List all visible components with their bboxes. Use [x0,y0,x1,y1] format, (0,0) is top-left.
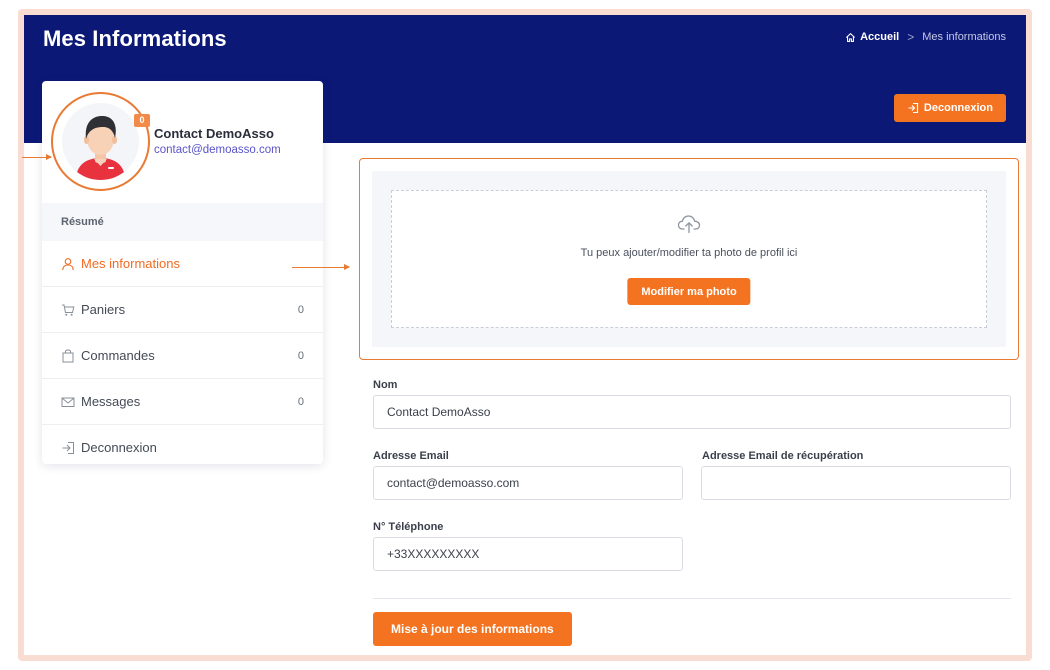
profile-card: 0 Contact DemoAsso contact@demoasso.com [42,81,323,203]
sidebar-item-label: Commandes [81,348,155,363]
sidebar-item-count: 0 [297,303,304,316]
cloud-upload-icon [677,215,701,234]
logout-button[interactable]: Deconnexion [893,94,1006,122]
form-divider [373,598,1011,599]
sidebar-item-paniers[interactable]: Paniers 0 [42,287,323,333]
avatar[interactable] [62,103,139,180]
recovery-email-field[interactable] [701,466,1011,500]
update-info-button[interactable]: Mise à jour des informations [373,612,572,646]
account-sidebar: 0 Contact DemoAsso contact@demoasso.com … [42,81,323,464]
sidebar-item-commandes[interactable]: Commandes 0 [42,333,323,379]
annotation-arrow-profile [22,154,52,160]
avatar-highlight: 0 [51,92,150,191]
phone-field[interactable] [373,537,683,571]
bag-icon [61,348,75,363]
email-label: Adresse Email [373,450,449,462]
page-title: Mes Informations [43,26,227,51]
modify-photo-button[interactable]: Modifier ma photo [627,278,751,305]
page: Mes Informations Accueil > Mes informati… [24,15,1026,655]
breadcrumb: Accueil > Mes informations [845,30,1006,44]
profile-name: Contact DemoAsso [154,126,274,141]
logout-button-label: Deconnexion [923,102,993,114]
sidebar-item-count: 0 [297,395,304,408]
sidebar-item-mes-informations[interactable]: Mes informations [42,241,323,287]
sidebar-item-label: Deconnexion [81,440,157,455]
avatar-illustration-icon [76,116,125,180]
phone-label: N° Téléphone [373,521,444,533]
notification-badge: 0 [134,114,150,127]
home-icon [846,32,856,42]
photo-upload-highlight: Tu peux ajouter/modifier ta photo de pro… [359,158,1019,360]
photo-upload-panel: Tu peux ajouter/modifier ta photo de pro… [372,171,1006,347]
sidebar-item-deconnexion[interactable]: Deconnexion [42,425,323,464]
breadcrumb-home-link[interactable]: Accueil [845,31,899,43]
email-field[interactable] [373,466,683,500]
sidebar-item-messages[interactable]: Messages 0 [42,379,323,425]
sidebar-item-count: 0 [297,349,304,362]
nom-label: Nom [373,379,398,391]
user-icon [61,257,75,271]
logout-icon [908,102,918,114]
sidebar-item-label: Paniers [81,302,126,317]
cart-icon [61,303,75,317]
breadcrumb-separator: > [907,30,915,44]
screenshot-frame: Mes Informations Accueil > Mes informati… [18,9,1032,661]
sidebar-item-label: Mes informations [81,256,180,271]
breadcrumb-home-label: Accueil [860,31,900,43]
nom-field[interactable] [373,395,1011,429]
upload-instructions: Tu peux ajouter/modifier ta photo de pro… [580,247,798,259]
logout-icon [61,441,75,455]
profile-email: contact@demoasso.com [154,144,281,156]
sidebar-section-title: Résumé [42,203,323,241]
breadcrumb-current: Mes informations [922,31,1006,43]
recovery-email-label: Adresse Email de récupération [702,450,864,462]
annotation-arrow-menu [292,264,350,270]
envelope-icon [61,395,75,409]
photo-dropzone[interactable]: Tu peux ajouter/modifier ta photo de pro… [391,190,987,328]
sidebar-item-label: Messages [81,394,141,409]
